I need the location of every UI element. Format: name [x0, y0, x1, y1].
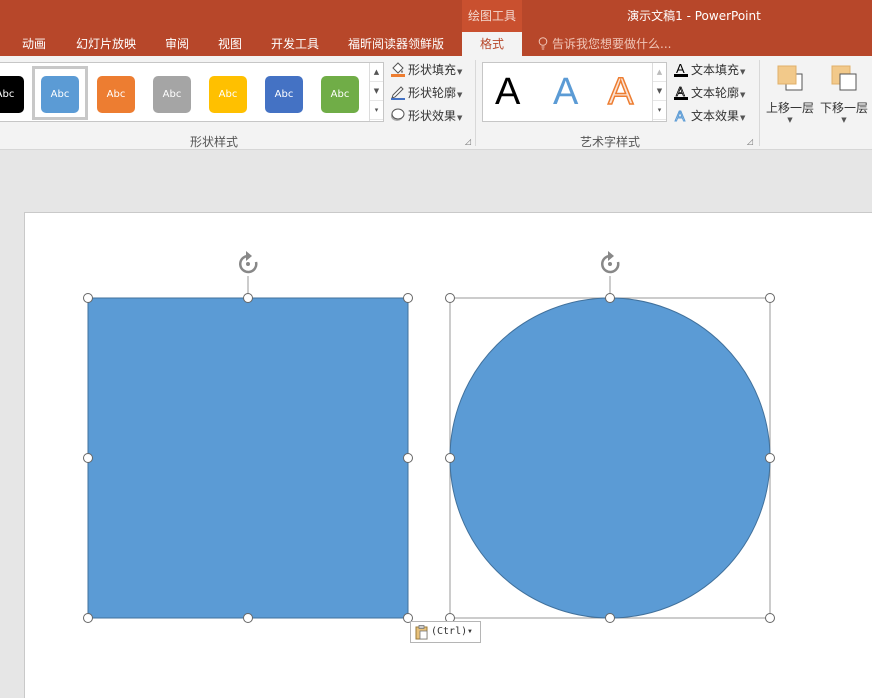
resize-handle[interactable]	[83, 293, 93, 303]
resize-handle[interactable]	[765, 613, 775, 623]
resize-handle[interactable]	[243, 293, 253, 303]
resize-handle[interactable]	[83, 613, 93, 623]
resize-handle[interactable]	[765, 453, 775, 463]
rectangle-shape[interactable]	[87, 297, 409, 619]
resize-handle[interactable]	[445, 293, 455, 303]
paste-options-button[interactable]: (Ctrl)▼	[410, 621, 481, 643]
rotate-handle-icon[interactable]	[239, 251, 258, 274]
resize-handle[interactable]	[605, 613, 615, 623]
circle-shape[interactable]	[449, 297, 771, 619]
shapes-layer	[83, 251, 775, 623]
resize-handle[interactable]	[403, 293, 413, 303]
resize-handle[interactable]	[445, 453, 455, 463]
resize-handle[interactable]	[243, 613, 253, 623]
resize-handle[interactable]	[403, 453, 413, 463]
resize-handle[interactable]	[605, 293, 615, 303]
clipboard-icon	[415, 625, 428, 640]
resize-handle[interactable]	[765, 293, 775, 303]
rotate-handle-icon[interactable]	[601, 251, 620, 274]
resize-handle[interactable]	[83, 453, 93, 463]
